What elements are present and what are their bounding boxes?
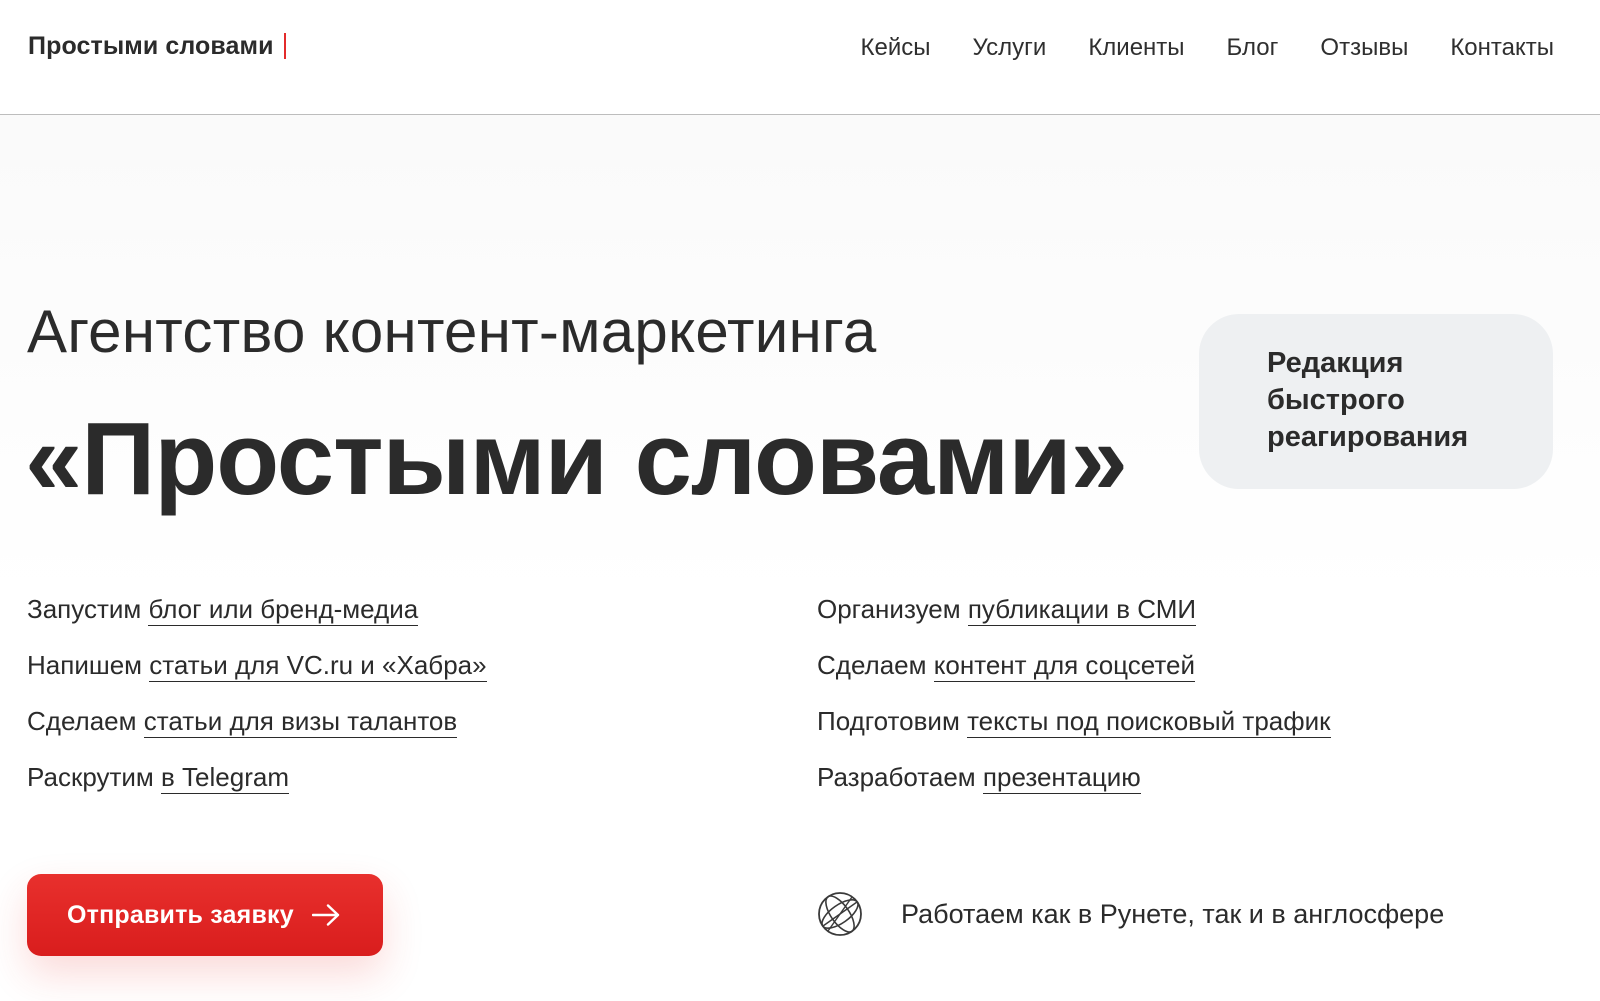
nav-item-cases[interactable]: Кейсы <box>861 34 931 62</box>
service-link[interactable]: контент для соцсетей <box>933 650 1195 682</box>
badge-line: быстрого <box>1267 384 1405 416</box>
service-item: Раскрутим в Telegram <box>27 749 487 805</box>
service-link[interactable]: в Telegram <box>161 762 289 794</box>
service-link[interactable]: статьи для визы талантов <box>143 706 458 738</box>
nav-item-reviews[interactable]: Отзывы <box>1320 34 1408 62</box>
badge-line: реагирования <box>1267 421 1469 453</box>
globe-icon <box>817 891 863 937</box>
service-link[interactable]: статьи для VC.ru и «Хабра» <box>149 650 487 682</box>
site-header: Простыми словами Кейсы Услуги Клиенты Бл… <box>0 0 1600 115</box>
service-prefix: Запустим <box>27 594 149 624</box>
service-prefix: Напишем <box>27 650 150 680</box>
service-item: Сделаем статьи для визы талантов <box>27 693 487 749</box>
service-prefix: Раскрутим <box>27 762 162 792</box>
service-prefix: Подготовим <box>817 706 968 736</box>
submit-request-label: Отправить заявку <box>67 900 294 929</box>
service-link[interactable]: тексты под поисковый трафик <box>967 706 1331 738</box>
service-item: Подготовим тексты под поисковый трафик <box>817 693 1331 749</box>
service-item: Организуем публикации в СМИ <box>817 581 1331 637</box>
hero-section: Агентство контент-маркетинга «Простыми с… <box>0 115 1600 1001</box>
services-column-left: Запустим блог или бренд-медиа Напишем ст… <box>27 581 487 805</box>
submit-request-button[interactable]: Отправить заявку <box>27 874 383 956</box>
nav-item-blog[interactable]: Блог <box>1227 34 1279 62</box>
service-link[interactable]: блог или бренд-медиа <box>148 594 419 626</box>
nav-item-services[interactable]: Услуги <box>973 34 1047 62</box>
service-link[interactable]: презентацию <box>982 762 1141 794</box>
geo-note-text: Работаем как в Рунете, так и в англосфер… <box>901 898 1445 929</box>
service-item: Разработаем презентацию <box>817 749 1331 805</box>
service-prefix: Сделаем <box>27 706 144 736</box>
main-nav: Кейсы Услуги Клиенты Блог Отзывы Контакт… <box>861 34 1554 62</box>
logo-cursor-mark <box>283 33 286 59</box>
nav-item-contacts[interactable]: Контакты <box>1450 34 1554 62</box>
services-column-right: Организуем публикации в СМИ Сделаем конт… <box>817 581 1331 805</box>
logo[interactable]: Простыми словами <box>28 32 286 61</box>
service-item: Запустим блог или бренд-медиа <box>27 581 487 637</box>
service-item: Сделаем контент для соцсетей <box>817 637 1331 693</box>
badge-line: Редакция <box>1267 347 1404 379</box>
service-item: Напишем статьи для VC.ru и «Хабра» <box>27 637 487 693</box>
arrow-right-icon <box>311 904 340 926</box>
service-prefix: Сделаем <box>817 650 934 680</box>
logo-text[interactable]: Простыми словами <box>28 32 274 60</box>
rapid-response-badge: Редакция быстрого реагирования <box>1199 314 1553 489</box>
geo-note: Работаем как в Рунете, так и в англосфер… <box>817 891 1444 937</box>
service-prefix: Организуем <box>817 594 968 624</box>
service-link[interactable]: публикации в СМИ <box>967 594 1197 626</box>
service-prefix: Разработаем <box>817 762 983 792</box>
hero-title: «Простыми словами» <box>25 401 1128 516</box>
hero-subtitle: Агентство контент-маркетинга <box>27 298 877 365</box>
nav-item-clients[interactable]: Клиенты <box>1088 34 1184 62</box>
